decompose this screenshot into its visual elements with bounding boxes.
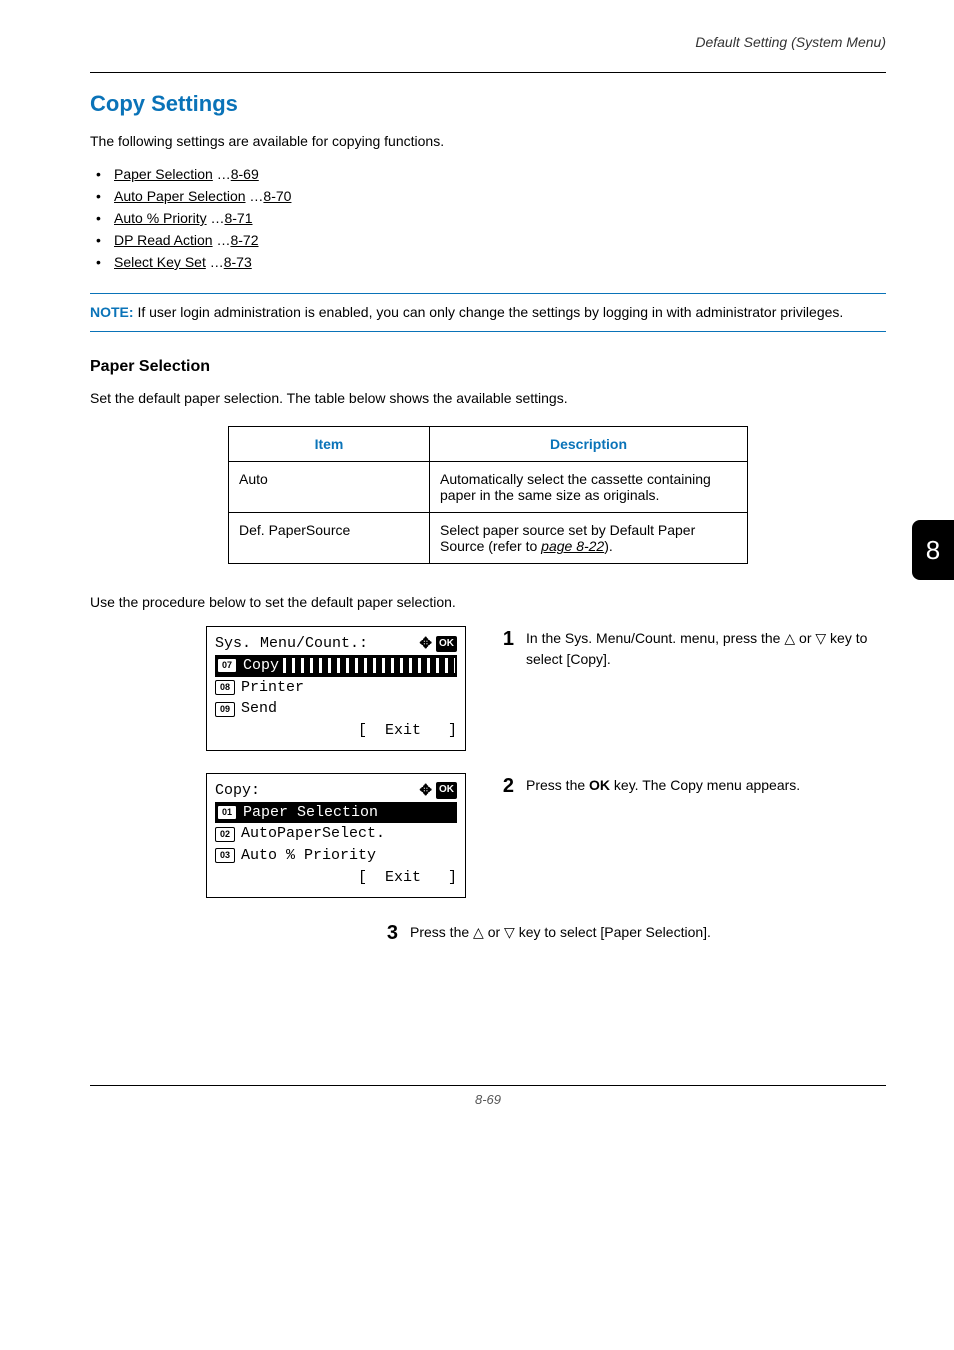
text: In the Sys. Menu/Count. menu, press the [526,630,784,646]
lcd-row-label: AutoPaperSelect. [241,823,385,845]
text: key. The Copy menu appears. [610,777,800,793]
lcd-exit-row: [ Exit ] [215,720,457,742]
table-cell-desc: Select paper source set by Default Paper… [430,513,748,564]
list-item: Select Key Set …8-73 [90,251,886,273]
list-item: Auto % Priority …8-71 [90,207,886,229]
lcd-exit-row: [ Exit ] [215,867,457,889]
table-header-item: Item [229,427,430,462]
link-paper-selection[interactable]: Paper Selection [114,166,213,182]
triangle-up-icon: △ [784,630,795,646]
table-row: Def. PaperSource Select paper source set… [229,513,748,564]
lcd-row: 02 AutoPaperSelect. [215,823,457,845]
ok-badge-icon: OK [436,636,457,653]
table-cell-desc: Automatically select the cassette contai… [430,462,748,513]
link-list: Paper Selection …8-69 Auto Paper Selecti… [90,163,886,273]
triangle-down-icon: ▽ [815,630,826,646]
lcd-row: 03 Auto % Priority [215,845,457,867]
page-footer: 8-69 [90,1085,886,1107]
pageref[interactable]: 8-72 [230,232,258,248]
list-item: Paper Selection …8-69 [90,163,886,185]
lcd-row-label: Copy [243,655,279,677]
desc-post: ). [604,538,613,554]
lcd-row-label: Paper Selection [243,802,378,824]
table-cell-item: Auto [229,462,430,513]
procedure-intro: Use the procedure below to set the defau… [90,594,886,610]
step-number: 2 [496,775,514,798]
lcd-num-icon: 01 [217,805,237,820]
text: or [484,924,504,940]
list-item: Auto Paper Selection …8-70 [90,185,886,207]
table-row: Auto Automatically select the cassette c… [229,462,748,513]
text: Press the [526,777,589,793]
link-select-key-set[interactable]: Select Key Set [114,254,206,270]
lcd-screen-sys-menu: Sys. Menu/Count.: ✥ OK 07Copy 08Printer … [206,626,466,751]
lcd-row-selected: 07 Copy [215,655,457,677]
nav-arrows-icon: ✥ [419,633,432,655]
nav-arrows-icon: ✥ [419,780,432,802]
lcd-title: Copy: [215,780,260,802]
link-auto-paper-selection[interactable]: Auto Paper Selection [114,188,246,204]
top-header: Default Setting (System Menu) [90,34,886,50]
lcd-row-label: Auto % Priority [241,845,376,867]
pageref[interactable]: 8-70 [263,188,291,204]
link-auto-percent-priority[interactable]: Auto % Priority [114,210,207,226]
link-page-8-22[interactable]: page 8-22 [541,538,604,554]
bold-ok: OK [589,777,610,793]
table-header-description: Description [430,427,748,462]
lcd-num-icon: 09 [215,702,235,717]
note-box: NOTE: If user login administration is en… [90,293,886,332]
triangle-down-icon: ▽ [504,924,515,940]
list-item: DP Read Action …8-72 [90,229,886,251]
text: or [795,630,815,646]
step-text: Press the △ or ▽ key to select [Paper Se… [410,922,711,943]
step-text: In the Sys. Menu/Count. menu, press the … [526,628,886,670]
intro-text: The following settings are available for… [90,133,886,149]
lcd-num-icon: 03 [215,848,235,863]
lcd-num-icon: 02 [215,827,235,842]
lcd-num-icon: 08 [215,680,235,695]
section-title: Copy Settings [90,91,886,117]
lcd-row: 08 Printer [215,677,457,699]
top-rule [90,72,886,73]
chapter-tab: 8 [912,520,954,580]
text: Press the [410,924,473,940]
lcd-exit-label: [ Exit ] [358,867,457,889]
lcd-row-label: Printer [241,677,304,699]
lcd-row: 09 Send [215,698,457,720]
lcd-title: Sys. Menu/Count.: [215,633,368,655]
step-number: 3 [380,922,398,945]
note-text: If user login administration is enabled,… [134,304,844,320]
subintro: Set the default paper selection. The tab… [90,390,886,406]
lcd-screen-copy: Copy: ✥ OK 01 Paper Selection 02 AutoPaper… [206,773,466,898]
hatched-fill [283,658,455,673]
note-label: NOTE: [90,304,134,320]
step-text: Press the OK key. The Copy menu appears. [526,775,800,796]
link-dp-read-action[interactable]: DP Read Action [114,232,213,248]
lcd-row-label: Send [241,698,277,720]
text: key to select [Paper Selection]. [515,924,711,940]
table-cell-item: Def. PaperSource [229,513,430,564]
lcd-row-selected: 01 Paper Selection [215,802,457,824]
step-number: 1 [496,628,514,651]
pageref[interactable]: 8-73 [224,254,252,270]
ok-badge-icon: OK [436,782,457,799]
lcd-exit-label: [ Exit ] [358,720,457,742]
pageref[interactable]: 8-69 [231,166,259,182]
pageref[interactable]: 8-71 [224,210,252,226]
settings-table: Item Description Auto Automatically sele… [228,426,748,564]
triangle-up-icon: △ [473,924,484,940]
subheading-paper-selection: Paper Selection [90,358,886,376]
lcd-num-icon: 07 [217,658,237,673]
